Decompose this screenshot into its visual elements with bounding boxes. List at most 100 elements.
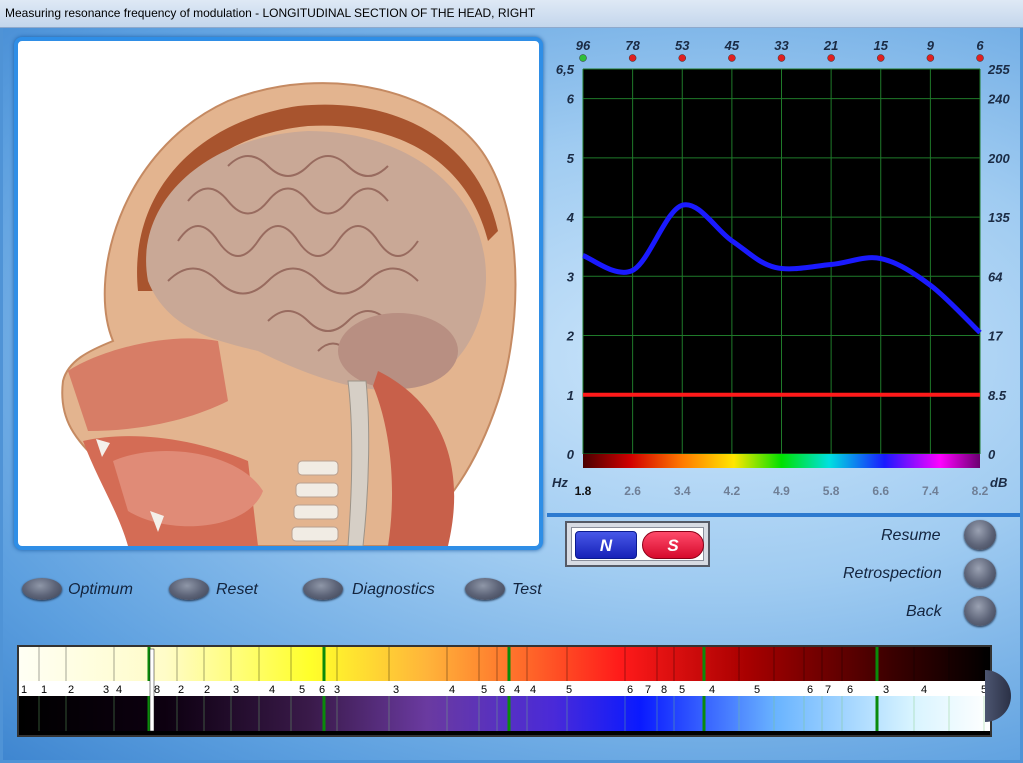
x-tick-label: 6.6 [872, 484, 889, 498]
spectrum-scale-number: 4 [514, 684, 520, 696]
spectrum-scale-number: 7 [645, 684, 651, 696]
x-tick-label: 5.8 [823, 484, 840, 498]
y-right-tick-label: 135 [988, 210, 1010, 225]
top-marker-dot [579, 54, 587, 62]
y-left-tick-label: 6 [567, 92, 575, 107]
spectrum-scale-number: 3 [883, 684, 889, 696]
x-tick-label: 3.4 [674, 484, 691, 498]
spectrum-scale-number: 6 [627, 684, 633, 696]
y-right-tick-label: 64 [988, 269, 1003, 284]
panel-separator [547, 513, 1020, 517]
spectrum-scale-number: 3 [233, 684, 239, 696]
back-label: Back [906, 603, 942, 620]
top-marker-dot [926, 54, 935, 62]
spectrum-scale-number: 6 [847, 684, 853, 696]
spectrum-scale-number: 2 [204, 684, 210, 696]
spectrum-scale-number: 5 [481, 684, 487, 696]
y-right-tick-label: 240 [987, 92, 1010, 107]
x-axis-unit-label: Hz [552, 475, 568, 490]
top-marker-label: 15 [874, 38, 889, 53]
top-marker-label: 33 [774, 38, 789, 53]
spectrum-scale-number: 6 [807, 684, 813, 696]
x-tick-label: 8.2 [972, 484, 989, 498]
spectrum-scale-number: 4 [269, 684, 275, 696]
polarity-toggle: N S [565, 521, 710, 567]
spectrum-scale-number: 1 [41, 684, 47, 696]
diagnostics-button[interactable] [303, 578, 343, 600]
resume-label: Resume [881, 527, 941, 544]
y-right-tick-label: 17 [988, 329, 1003, 344]
polarity-toggle-inner: N S [571, 527, 704, 561]
y-left-tick-label: 1 [567, 388, 574, 403]
test-label: Test [512, 581, 542, 598]
reset-label: Reset [216, 581, 258, 598]
spectrum-scale-number: 4 [116, 684, 122, 696]
spectrum-scale-number: 6 [499, 684, 505, 696]
diagnostics-label: Diagnostics [352, 581, 435, 598]
optimum-button[interactable] [22, 578, 62, 600]
top-marker-label: 78 [625, 38, 640, 53]
retrospection-button[interactable] [964, 558, 996, 588]
resume-button[interactable] [964, 520, 996, 550]
spectrum-scale-number: 3 [334, 684, 340, 696]
s-button[interactable]: S [642, 531, 704, 559]
top-marker-dot [827, 54, 835, 62]
x-tick-label: 1.8 [575, 484, 592, 498]
spectrum-scale-number: 2 [178, 684, 184, 696]
top-marker-label: 45 [724, 38, 740, 53]
spectrum-scale-number: 4 [530, 684, 536, 696]
top-marker-dot [678, 54, 686, 62]
top-marker-dot [628, 54, 637, 62]
spectrum-cool-band [19, 696, 990, 731]
spectrum-svg: 112348223456334564456785456763456 [19, 647, 996, 732]
spectrum-scale-number: 8 [154, 684, 160, 696]
spectrum-strip: 112348223456334564456785456763456 [17, 645, 996, 737]
top-marker-label: 6 [976, 38, 984, 53]
top-marker-label: 9 [927, 38, 935, 53]
y-right-tick-label: 0 [988, 447, 996, 462]
retrospection-label: Retrospection [843, 565, 942, 582]
top-marker-label: 21 [823, 38, 838, 53]
spectrum-scale-number: 3 [393, 684, 399, 696]
y-left-tick-label: 0 [567, 447, 575, 462]
spectrum-scale-number: 6 [319, 684, 325, 696]
y-left-tick-label: 2 [566, 329, 575, 344]
top-marker-dot [777, 54, 786, 62]
spectrum-scale-number: 4 [921, 684, 927, 696]
spectrum-warm-band [19, 647, 990, 681]
y-right-tick-label: 200 [987, 151, 1010, 166]
optimum-label: Optimum [68, 581, 133, 598]
spectrum-scale-number: 5 [299, 684, 305, 696]
top-marker-dot [877, 54, 885, 62]
y-left-tick-label: 4 [566, 210, 575, 225]
resonance-chart: 01234566,508.517641352002402551.8 2.6 3.4 4… [552, 38, 1010, 498]
spectrum-scale-number: 4 [449, 684, 455, 696]
x-tick-label: 4.9 [773, 484, 790, 498]
back-button[interactable] [964, 596, 996, 626]
spectrum-scale-number: 1 [21, 684, 27, 696]
x-tick-label: 7.4 [922, 484, 939, 498]
y-left-tick-label: 3 [567, 269, 575, 284]
y-left-tick-label: 6,5 [556, 62, 575, 77]
spectrum-scale-number: 7 [825, 684, 831, 696]
top-marker-dot [728, 54, 736, 62]
y-left-tick-label: 5 [567, 151, 575, 166]
test-button[interactable] [465, 578, 505, 600]
y-right-unit-label: dB [990, 475, 1007, 490]
spectrum-scale-number: 3 [103, 684, 109, 696]
spectrum-scale-number: 5 [566, 684, 572, 696]
reset-button[interactable] [169, 578, 209, 600]
y-right-tick-label: 8.5 [988, 388, 1007, 403]
top-marker-dot [976, 54, 984, 62]
top-marker-label: 53 [675, 38, 690, 53]
spectrum-scale-number: 4 [709, 684, 715, 696]
color-scale-bar [583, 454, 980, 468]
y-right-tick-label: 255 [987, 62, 1010, 77]
x-tick-label: 2.6 [624, 484, 641, 498]
x-tick-label: 4.2 [724, 484, 741, 498]
spectrum-scale-number: 8 [661, 684, 667, 696]
spectrum-scale-number: 5 [754, 684, 760, 696]
spectrum-scale-number: 5 [679, 684, 685, 696]
n-button[interactable]: N [575, 531, 637, 559]
top-marker-label: 96 [576, 38, 591, 53]
